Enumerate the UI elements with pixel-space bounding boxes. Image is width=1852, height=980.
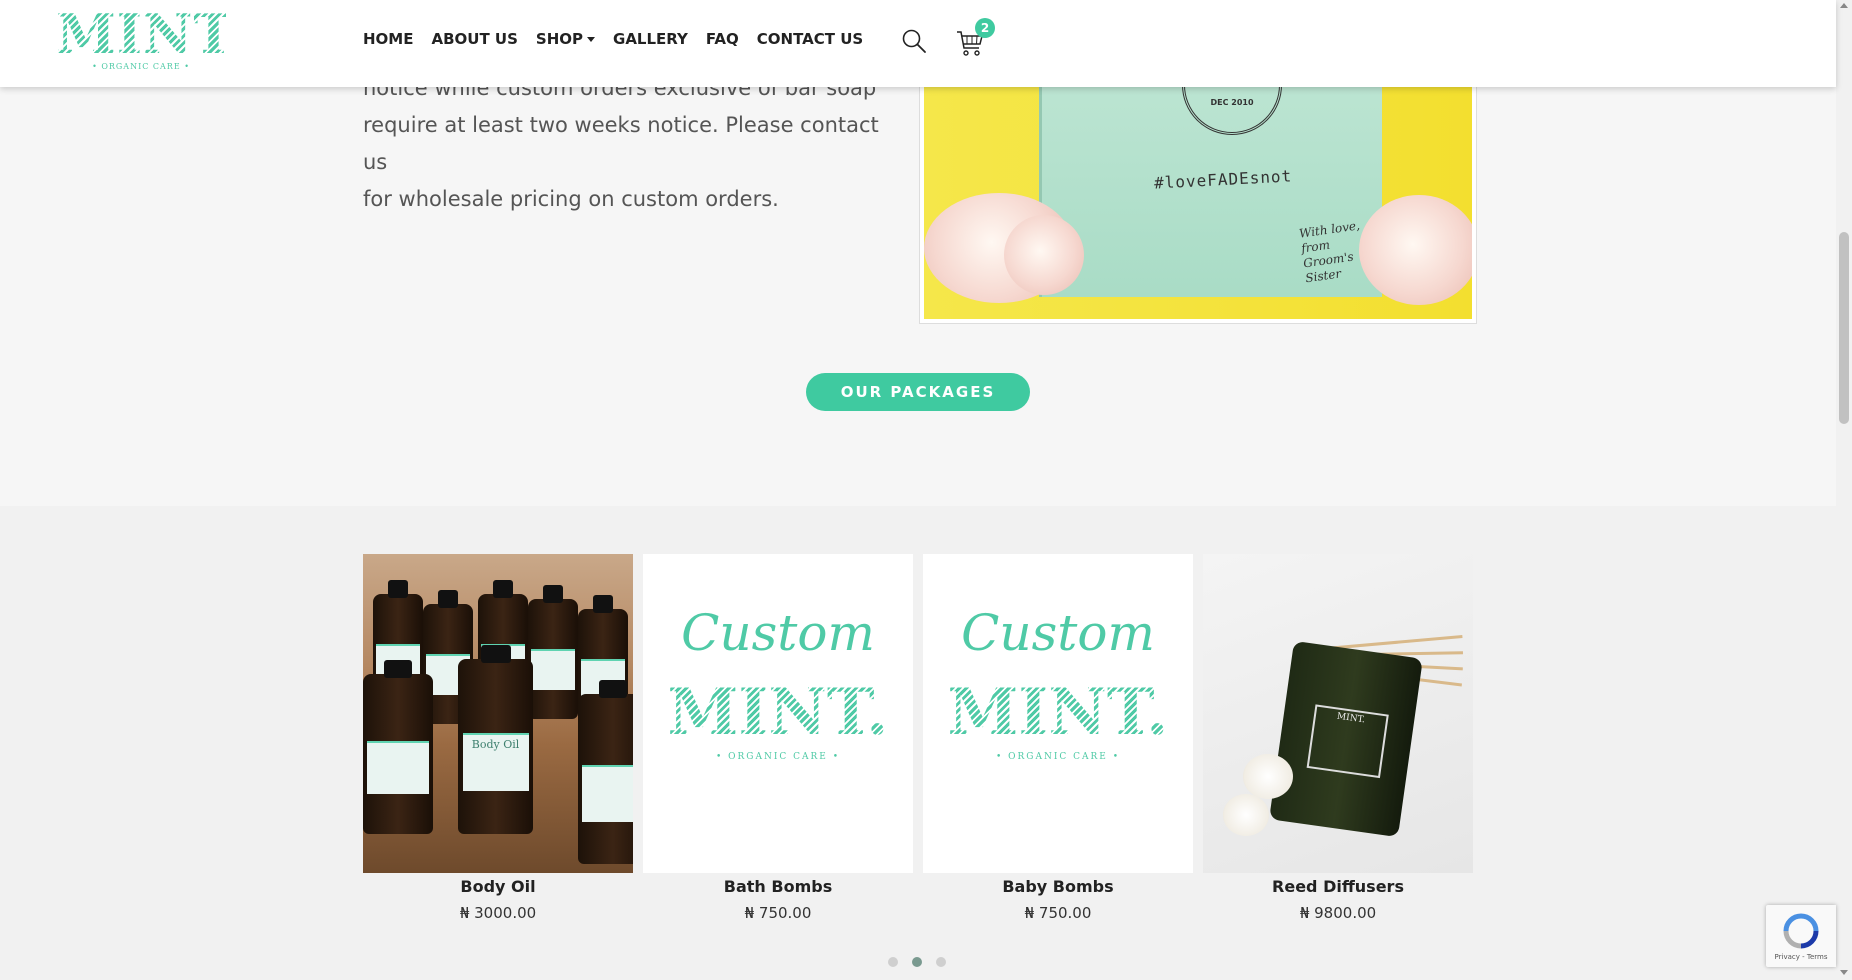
nav-shop[interactable]: SHOP <box>535 30 596 48</box>
products-section <box>0 506 1836 980</box>
product-image-bath-bombs[interactable]: Custom MINT. • ORGANIC CARE • <box>643 554 913 873</box>
recaptcha-icon <box>1783 913 1819 949</box>
carousel-dot-2[interactable] <box>912 957 922 967</box>
product-name[interactable]: Bath Bombs <box>643 873 913 901</box>
logo-tagline: • ORGANIC CARE • <box>92 62 190 71</box>
mint-wordmark: MINT. <box>923 680 1193 746</box>
product-name[interactable]: Reed Diffusers <box>1203 873 1473 901</box>
cotton-flower <box>1223 794 1269 836</box>
product-card[interactable]: MINT. Reed Diffusers ₦ 9800.00 <box>1203 554 1473 925</box>
product-price: ₦ 3000.00 <box>459 904 537 922</box>
product-price: ₦ 9800.00 <box>1299 904 1377 922</box>
cart-count-badge: 2 <box>975 18 995 38</box>
crest-date: DEC 2010 <box>1210 98 1254 107</box>
flower-left-small <box>1004 215 1084 295</box>
product-card[interactable]: Custom MINT. • ORGANIC CARE • Bath Bombs… <box>643 554 913 925</box>
carousel-dots <box>888 957 960 967</box>
nav-shop-label: SHOP <box>535 30 584 48</box>
site-header: MINT. • ORGANIC CARE • HOME ABOUT US SHO… <box>0 0 1836 87</box>
scroll-down-arrow-icon[interactable] <box>1840 970 1848 975</box>
product-image-baby-bombs[interactable]: Custom MINT. • ORGANIC CARE • <box>923 554 1193 873</box>
recaptcha-badge[interactable]: Privacy - Terms <box>1766 905 1836 967</box>
carousel-dot-3[interactable] <box>936 957 946 967</box>
intro-line: require at least two weeks notice. Pleas… <box>363 113 879 174</box>
product-image-reed-diffusers[interactable]: MINT. <box>1203 554 1473 873</box>
diffuser-label: MINT. <box>1306 704 1389 779</box>
product-card[interactable]: Body Oil Body Oil ₦ 3000.00 <box>363 554 633 925</box>
product-card[interactable]: Custom MINT. • ORGANIC CARE • Baby Bombs… <box>923 554 1193 925</box>
product-price: ₦ 750.00 <box>744 904 812 922</box>
flower-right <box>1359 195 1472 305</box>
carousel-dot-1[interactable] <box>888 957 898 967</box>
our-packages-button[interactable]: OUR PACKAGES <box>806 373 1030 411</box>
scroll-up-arrow-icon[interactable] <box>1840 3 1848 8</box>
mint-tagline: • ORGANIC CARE • <box>995 752 1121 762</box>
custom-script-text: Custom <box>961 604 1155 662</box>
custom-orders-text: notice while custom orders exclusive of … <box>363 70 903 218</box>
intro-line: for wholesale pricing on custom orders. <box>363 187 779 211</box>
recaptcha-links[interactable]: Privacy - Terms <box>1766 953 1836 961</box>
nav-contact-us[interactable]: CONTACT US <box>757 30 863 48</box>
nav-gallery[interactable]: GALLERY <box>613 30 688 48</box>
scrollbar-thumb[interactable] <box>1839 232 1849 424</box>
caret-down-icon <box>587 36 596 42</box>
mint-tagline: • ORGANIC CARE • <box>715 752 841 762</box>
mint-logo[interactable]: MINT. • ORGANIC CARE • <box>56 2 248 76</box>
product-price: ₦ 750.00 <box>1024 904 1092 922</box>
product-name[interactable]: Baby Bombs <box>923 873 1193 901</box>
logo-wordmark: MINT. <box>56 2 248 66</box>
main-nav: HOME ABOUT US SHOP GALLERY FAQ CONTACT U… <box>363 0 881 78</box>
cart-button[interactable]: 2 <box>955 18 995 58</box>
cotton-flower <box>1243 754 1293 799</box>
page-scrollbar[interactable] <box>1836 0 1852 980</box>
nav-faq[interactable]: FAQ <box>706 30 739 48</box>
product-image-body-oil[interactable]: Body Oil <box>363 554 633 873</box>
custom-script-text: Custom <box>681 604 875 662</box>
diffuser-bottle: MINT. <box>1269 640 1423 838</box>
product-name[interactable]: Body Oil <box>363 873 633 901</box>
bottle-label: Body Oil <box>462 732 529 791</box>
search-icon[interactable] <box>901 28 927 54</box>
nav-about-us[interactable]: ABOUT US <box>431 30 517 48</box>
box-hashtag: #loveFADEsnot <box>1153 166 1293 193</box>
mint-wordmark: MINT. <box>643 680 913 746</box>
nav-home[interactable]: HOME <box>363 30 413 48</box>
